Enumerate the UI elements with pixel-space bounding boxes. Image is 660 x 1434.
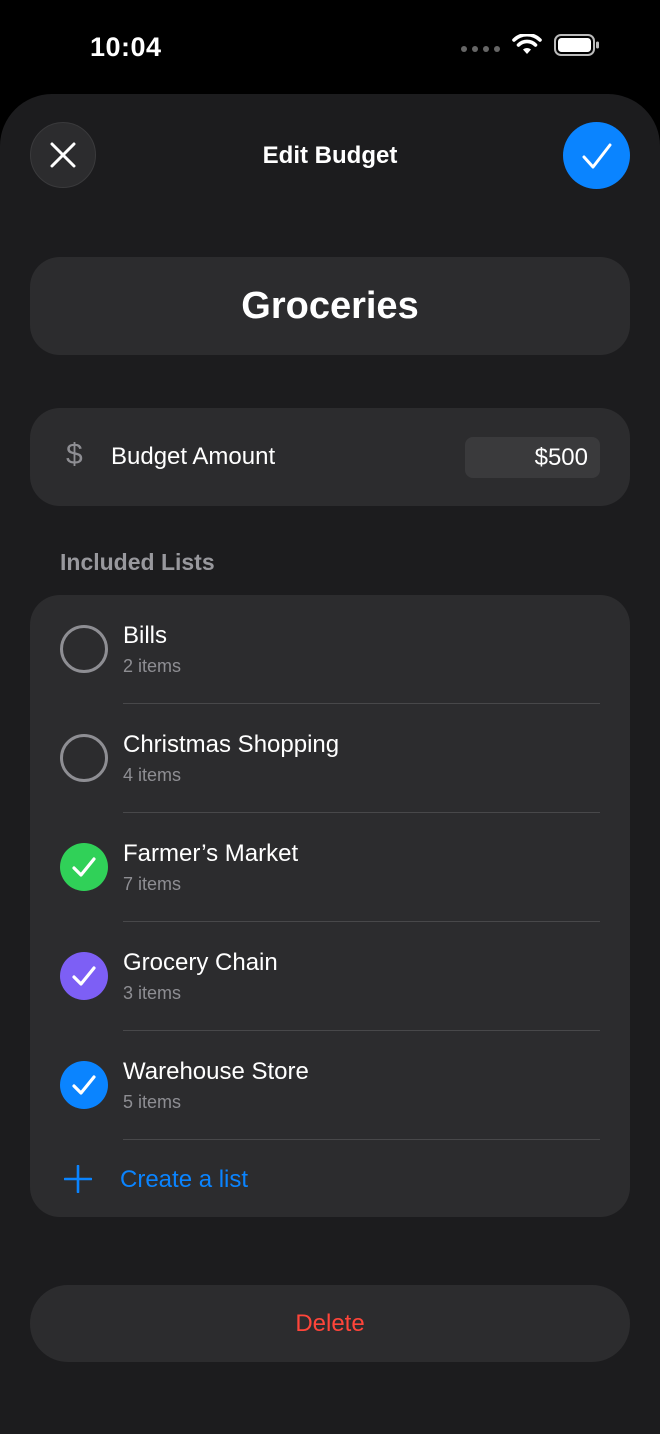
create-list-label: Create a list	[120, 1166, 249, 1193]
list-item-name: Warehouse Store	[123, 1058, 309, 1085]
unchecked-circle-icon	[60, 734, 108, 782]
list-item-grocery-chain[interactable]: Grocery Chain 3 items	[30, 922, 630, 1031]
checkmark-icon	[582, 143, 611, 168]
battery-icon	[554, 34, 599, 56]
delete-button[interactable]: Delete	[30, 1285, 630, 1362]
status-time: 10:04	[90, 32, 162, 62]
list-item-count: 2 items	[123, 656, 182, 676]
list-item-bills[interactable]: Bills 2 items	[30, 595, 630, 704]
done-button[interactable]	[563, 122, 630, 189]
unchecked-circle-icon	[60, 625, 108, 673]
list-item-count: 3 items	[123, 983, 182, 1003]
edit-budget-sheet: Edit Budget Groceries $ Budget Amount $5…	[0, 94, 660, 1434]
list-item-warehouse-store[interactable]: Warehouse Store 5 items	[30, 1031, 630, 1140]
budget-amount-label: Budget Amount	[111, 443, 276, 470]
dollar-sign-icon: $	[66, 438, 83, 471]
list-item-farmers-market[interactable]: Farmer’s Market 7 items	[30, 813, 630, 922]
list-item-name: Grocery Chain	[123, 949, 278, 976]
checked-circle-icon	[60, 952, 108, 1000]
list-item-christmas-shopping[interactable]: Christmas Shopping 4 items	[30, 704, 630, 813]
budget-amount-row: $ Budget Amount $500	[30, 408, 630, 506]
checked-circle-icon	[60, 843, 108, 891]
list-item-name: Farmer’s Market	[123, 840, 299, 867]
plus-icon	[64, 1165, 92, 1193]
list-item-name: Christmas Shopping	[123, 731, 340, 758]
status-bar: 10:04	[0, 0, 660, 94]
list-item-name: Bills	[123, 622, 168, 649]
list-item-count: 4 items	[123, 765, 182, 785]
included-lists-header: Included Lists	[60, 549, 215, 575]
sheet-title: Edit Budget	[262, 142, 398, 169]
budget-name-field[interactable]: Groceries	[30, 257, 630, 355]
wifi-icon	[512, 34, 542, 54]
checked-circle-icon	[60, 1061, 108, 1109]
create-list-button[interactable]: Create a list	[30, 1140, 630, 1217]
cellular-signal-icon	[461, 46, 500, 52]
list-item-count: 5 items	[123, 1092, 182, 1112]
budget-amount-input[interactable]: $500	[465, 437, 600, 478]
status-icons	[461, 34, 600, 56]
included-lists-card: Bills 2 items Christmas Shopping 4 items…	[30, 595, 630, 1217]
list-item-count: 7 items	[123, 874, 182, 894]
